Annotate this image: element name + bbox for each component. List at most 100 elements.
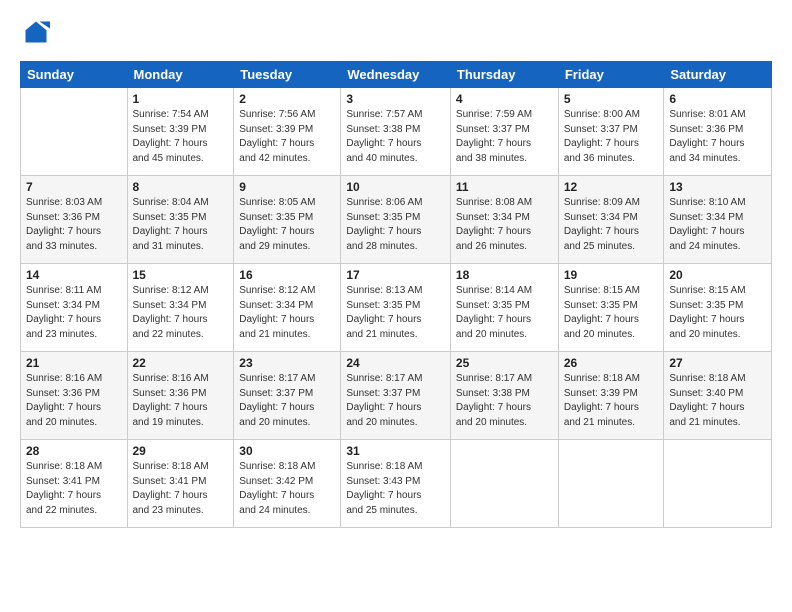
day-header-sunday: Sunday xyxy=(21,62,128,88)
day-cell: 23 Sunrise: 8:17 AMSunset: 3:37 PMDayligh… xyxy=(234,352,341,440)
day-header-saturday: Saturday xyxy=(664,62,772,88)
day-info: Sunrise: 8:05 AMSunset: 3:35 PMDaylight:… xyxy=(239,196,335,254)
day-header-friday: Friday xyxy=(558,62,664,88)
day-info: Sunrise: 8:17 AMSunset: 3:37 PMDaylight:… xyxy=(239,372,335,430)
day-cell: 20 Sunrise: 8:15 AMSunset: 3:35 PMDayligh… xyxy=(664,264,772,352)
day-cell: 8Sunrise: 8:04 AMSunset: 3:35 PMDaylight… xyxy=(127,176,234,264)
day-number: 2 xyxy=(239,92,335,106)
day-cell: 1 Sunrise: 7:54 AMSunset: 3:39 PMDaylight… xyxy=(127,88,234,176)
week-row-4: 21 Sunrise: 8:16 AMSunset: 3:36 PMDayligh… xyxy=(21,352,772,440)
day-cell: 29 Sunrise: 8:18 AMSunset: 3:41 PMDayligh… xyxy=(127,440,234,528)
day-number: 21 xyxy=(26,356,122,370)
day-number: 23 xyxy=(239,356,335,370)
day-info: Sunrise: 8:18 AMSunset: 3:39 PMDaylight:… xyxy=(564,372,659,430)
day-info: Sunrise: 8:18 AMSunset: 3:40 PMDaylight:… xyxy=(669,372,766,430)
day-cell xyxy=(558,440,664,528)
day-number: 7 xyxy=(26,180,122,194)
day-info: Sunrise: 8:18 AMSunset: 3:41 PMDaylight:… xyxy=(133,460,229,518)
day-info: Sunrise: 8:13 AMSunset: 3:35 PMDaylight:… xyxy=(346,284,445,342)
calendar: SundayMondayTuesdayWednesdayThursdayFrid… xyxy=(20,61,772,528)
day-number: 3 xyxy=(346,92,445,106)
day-number: 4 xyxy=(456,92,553,106)
day-number: 18 xyxy=(456,268,553,282)
day-info: Sunrise: 8:15 AMSunset: 3:35 PMDaylight:… xyxy=(669,284,766,342)
day-number: 6 xyxy=(669,92,766,106)
day-number: 15 xyxy=(133,268,229,282)
day-info: Sunrise: 7:59 AMSunset: 3:37 PMDaylight:… xyxy=(456,108,553,166)
day-header-thursday: Thursday xyxy=(450,62,558,88)
day-cell: 2 Sunrise: 7:56 AMSunset: 3:39 PMDaylight… xyxy=(234,88,341,176)
day-info: Sunrise: 8:18 AMSunset: 3:41 PMDaylight:… xyxy=(26,460,122,518)
day-header-monday: Monday xyxy=(127,62,234,88)
day-info: Sunrise: 8:12 AMSunset: 3:34 PMDaylight:… xyxy=(133,284,229,342)
day-info: Sunrise: 8:01 AMSunset: 3:36 PMDaylight:… xyxy=(669,108,766,166)
day-info: Sunrise: 8:08 AMSunset: 3:34 PMDaylight:… xyxy=(456,196,553,254)
week-row-5: 28 Sunrise: 8:18 AMSunset: 3:41 PMDayligh… xyxy=(21,440,772,528)
day-cell: 30 Sunrise: 8:18 AMSunset: 3:42 PMDayligh… xyxy=(234,440,341,528)
day-cell xyxy=(450,440,558,528)
day-info: Sunrise: 8:09 AMSunset: 3:34 PMDaylight:… xyxy=(564,196,659,254)
day-info: Sunrise: 8:10 AMSunset: 3:34 PMDaylight:… xyxy=(669,196,766,254)
day-info: Sunrise: 8:03 AMSunset: 3:36 PMDaylight:… xyxy=(26,196,122,254)
day-cell: 11 Sunrise: 8:08 AMSunset: 3:34 PMDayligh… xyxy=(450,176,558,264)
day-cell: 24 Sunrise: 8:17 AMSunset: 3:37 PMDayligh… xyxy=(341,352,451,440)
week-row-1: 1 Sunrise: 7:54 AMSunset: 3:39 PMDaylight… xyxy=(21,88,772,176)
day-cell xyxy=(664,440,772,528)
day-cell: 3Sunrise: 7:57 AMSunset: 3:38 PMDaylight… xyxy=(341,88,451,176)
day-cell: 31Sunrise: 8:18 AMSunset: 3:43 PMDayligh… xyxy=(341,440,451,528)
day-cell: 15 Sunrise: 8:12 AMSunset: 3:34 PMDayligh… xyxy=(127,264,234,352)
day-cell: 25 Sunrise: 8:17 AMSunset: 3:38 PMDayligh… xyxy=(450,352,558,440)
day-cell: 9 Sunrise: 8:05 AMSunset: 3:35 PMDaylight… xyxy=(234,176,341,264)
day-number: 25 xyxy=(456,356,553,370)
day-number: 28 xyxy=(26,444,122,458)
day-number: 27 xyxy=(669,356,766,370)
day-cell: 14Sunrise: 8:11 AMSunset: 3:34 PMDayligh… xyxy=(21,264,128,352)
week-row-2: 7 Sunrise: 8:03 AMSunset: 3:36 PMDaylight… xyxy=(21,176,772,264)
day-number: 17 xyxy=(346,268,445,282)
day-number: 1 xyxy=(133,92,229,106)
day-cell: 22Sunrise: 8:16 AMSunset: 3:36 PMDayligh… xyxy=(127,352,234,440)
day-number: 24 xyxy=(346,356,445,370)
day-cell: 4 Sunrise: 7:59 AMSunset: 3:37 PMDaylight… xyxy=(450,88,558,176)
day-cell: 16 Sunrise: 8:12 AMSunset: 3:34 PMDayligh… xyxy=(234,264,341,352)
day-number: 20 xyxy=(669,268,766,282)
day-cell: 5 Sunrise: 8:00 AMSunset: 3:37 PMDaylight… xyxy=(558,88,664,176)
day-number: 10 xyxy=(346,180,445,194)
day-info: Sunrise: 8:12 AMSunset: 3:34 PMDaylight:… xyxy=(239,284,335,342)
day-cell xyxy=(21,88,128,176)
week-row-3: 14Sunrise: 8:11 AMSunset: 3:34 PMDayligh… xyxy=(21,264,772,352)
day-cell: 17 Sunrise: 8:13 AMSunset: 3:35 PMDayligh… xyxy=(341,264,451,352)
day-number: 26 xyxy=(564,356,659,370)
day-number: 12 xyxy=(564,180,659,194)
day-number: 13 xyxy=(669,180,766,194)
day-cell: 27 Sunrise: 8:18 AMSunset: 3:40 PMDayligh… xyxy=(664,352,772,440)
day-cell: 19Sunrise: 8:15 AMSunset: 3:35 PMDayligh… xyxy=(558,264,664,352)
day-number: 30 xyxy=(239,444,335,458)
header xyxy=(20,18,772,51)
day-number: 31 xyxy=(346,444,445,458)
day-number: 29 xyxy=(133,444,229,458)
day-info: Sunrise: 8:00 AMSunset: 3:37 PMDaylight:… xyxy=(564,108,659,166)
day-info: Sunrise: 8:11 AMSunset: 3:34 PMDaylight:… xyxy=(26,284,122,342)
day-info: Sunrise: 8:16 AMSunset: 3:36 PMDaylight:… xyxy=(26,372,122,430)
day-cell: 12 Sunrise: 8:09 AMSunset: 3:34 PMDayligh… xyxy=(558,176,664,264)
day-info: Sunrise: 8:06 AMSunset: 3:35 PMDaylight:… xyxy=(346,196,445,254)
day-number: 8 xyxy=(133,180,229,194)
day-info: Sunrise: 8:17 AMSunset: 3:38 PMDaylight:… xyxy=(456,372,553,430)
day-info: Sunrise: 8:14 AMSunset: 3:35 PMDaylight:… xyxy=(456,284,553,342)
day-cell: 13 Sunrise: 8:10 AMSunset: 3:34 PMDayligh… xyxy=(664,176,772,264)
day-number: 16 xyxy=(239,268,335,282)
day-number: 11 xyxy=(456,180,553,194)
day-number: 9 xyxy=(239,180,335,194)
day-cell: 26 Sunrise: 8:18 AMSunset: 3:39 PMDayligh… xyxy=(558,352,664,440)
logo-icon xyxy=(22,18,50,46)
logo xyxy=(20,18,54,51)
day-header-wednesday: Wednesday xyxy=(341,62,451,88)
day-cell: 18 Sunrise: 8:14 AMSunset: 3:35 PMDayligh… xyxy=(450,264,558,352)
day-cell: 6 Sunrise: 8:01 AMSunset: 3:36 PMDaylight… xyxy=(664,88,772,176)
day-info: Sunrise: 8:18 AMSunset: 3:42 PMDaylight:… xyxy=(239,460,335,518)
day-number: 5 xyxy=(564,92,659,106)
day-info: Sunrise: 8:17 AMSunset: 3:37 PMDaylight:… xyxy=(346,372,445,430)
day-info: Sunrise: 7:56 AMSunset: 3:39 PMDaylight:… xyxy=(239,108,335,166)
day-info: Sunrise: 7:54 AMSunset: 3:39 PMDaylight:… xyxy=(133,108,229,166)
